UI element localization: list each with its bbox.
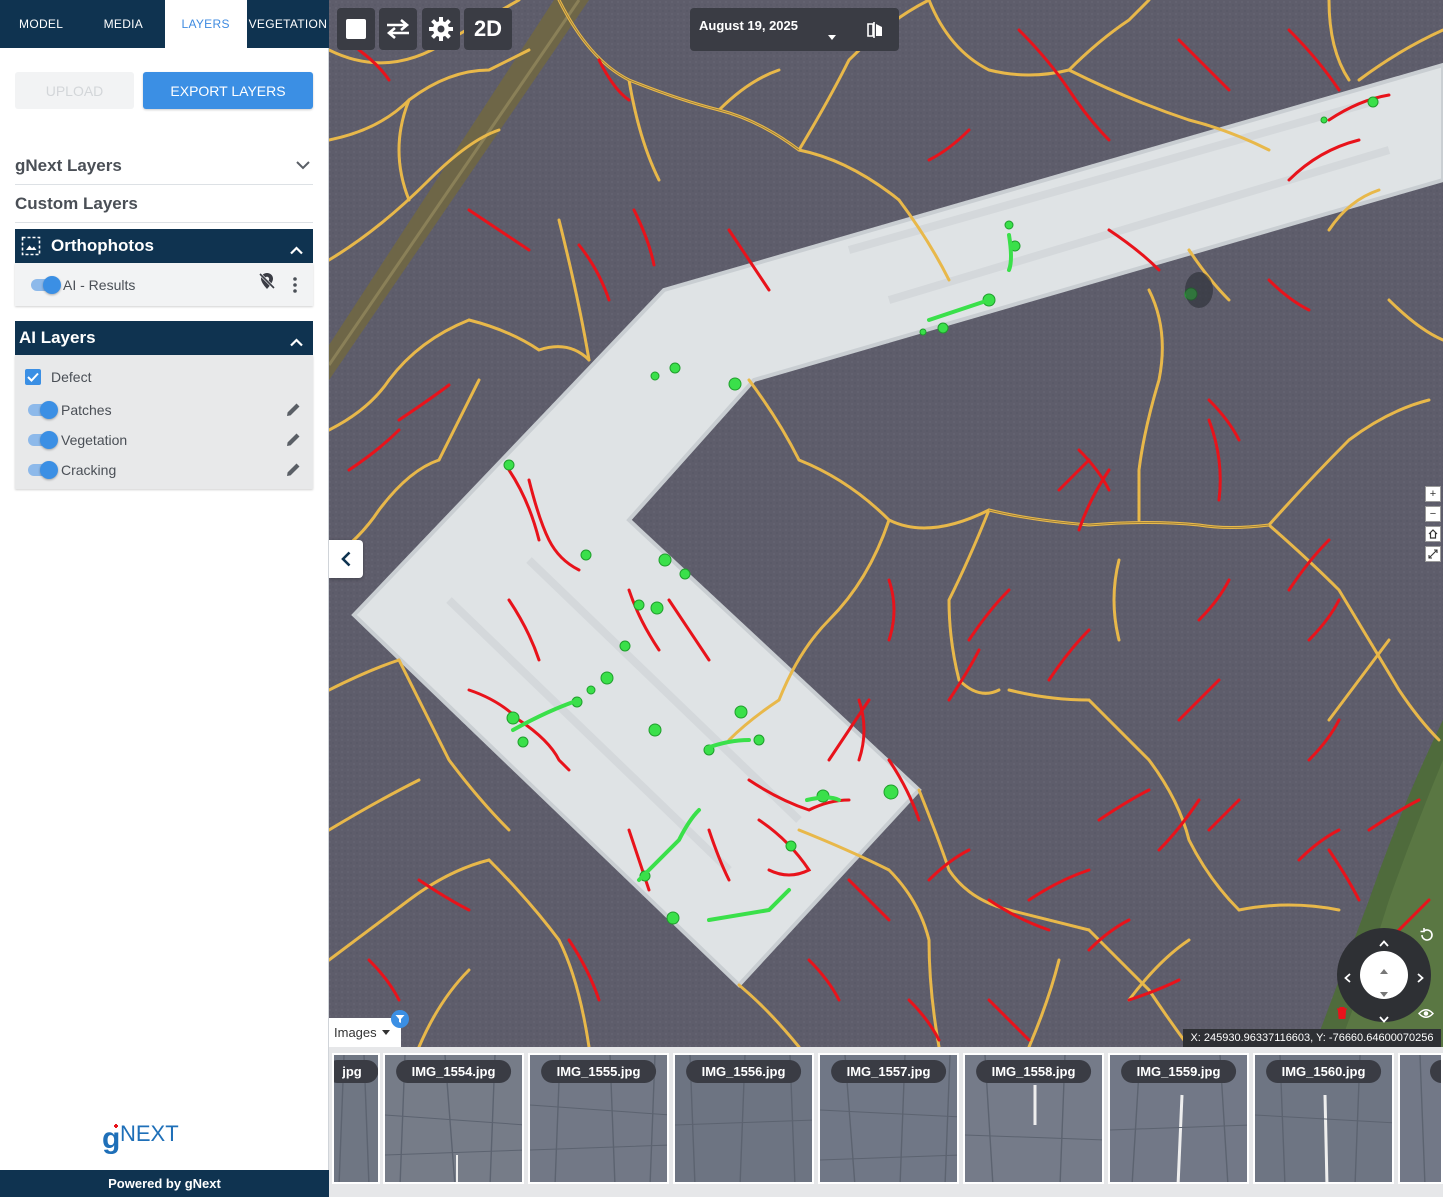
chevron-left-icon bbox=[341, 551, 351, 567]
trash-icon[interactable] bbox=[1337, 1006, 1347, 1024]
gear-icon bbox=[429, 17, 453, 41]
thumbnail-label: IMG_1555.jpg bbox=[540, 1060, 657, 1083]
home-button[interactable] bbox=[1425, 526, 1441, 542]
ai-layers-title: AI Layers bbox=[19, 328, 96, 347]
orthophotos-title: Orthophotos bbox=[51, 236, 154, 255]
powered-by-footer: Powered by gNext bbox=[0, 1170, 329, 1197]
gnext-layers-section[interactable]: gNext Layers bbox=[15, 147, 313, 185]
thumbnail-label: IMG_1560.jpg bbox=[1265, 1060, 1382, 1083]
thumbnail-img-1558[interactable]: IMG_1558.jpg bbox=[963, 1053, 1104, 1184]
layers-sidebar: MODEL MEDIA LAYERS VEGETATION UPLOAD EXP… bbox=[0, 0, 329, 1197]
cracking-label: Cracking bbox=[61, 462, 117, 478]
patches-label: Patches bbox=[61, 402, 112, 418]
thumbnail-img-1557[interactable]: IMG_1557.jpg bbox=[818, 1053, 959, 1184]
date-selector[interactable]: August 19, 2025 bbox=[690, 8, 899, 51]
ai-results-toggle[interactable] bbox=[31, 276, 61, 294]
thumbnail-label: IMG_1554.jpg bbox=[395, 1060, 512, 1083]
filter-icon bbox=[395, 1015, 405, 1023]
thumbnail-img-1560[interactable]: IMG_1560.jpg bbox=[1253, 1053, 1394, 1184]
thumbnail-partial-left[interactable]: jpg bbox=[332, 1053, 380, 1184]
pan-right-icon[interactable] bbox=[1417, 970, 1424, 988]
select-tool-button[interactable] bbox=[337, 8, 375, 50]
view-mode-toggle[interactable]: 2D bbox=[464, 8, 512, 50]
export-layers-button[interactable]: EXPORT LAYERS bbox=[143, 72, 313, 109]
tilt-up-icon[interactable] bbox=[1380, 961, 1388, 979]
thumbnail-img-1555[interactable]: IMG_1555.jpg bbox=[528, 1053, 669, 1184]
custom-layers-label: Custom Layers bbox=[15, 193, 138, 213]
orthophotos-panel-body: AI - Results bbox=[15, 263, 313, 306]
swap-arrows-icon bbox=[386, 19, 410, 39]
thumbnail-label: IMG_1558.jpg bbox=[975, 1060, 1092, 1083]
compare-icon[interactable] bbox=[867, 21, 883, 44]
edit-cracking-icon[interactable] bbox=[285, 461, 302, 483]
fullscreen-icon bbox=[1428, 549, 1438, 559]
swap-tool-button[interactable] bbox=[379, 8, 417, 50]
square-icon bbox=[346, 19, 366, 39]
zoom-in-button[interactable]: + bbox=[1425, 486, 1441, 502]
thumbnail-img-1554[interactable]: IMG_1554.jpg bbox=[383, 1053, 524, 1184]
tab-model[interactable]: MODEL bbox=[0, 0, 82, 48]
cracking-toggle[interactable] bbox=[28, 461, 58, 479]
chevron-up-icon[interactable] bbox=[290, 240, 303, 260]
reset-rotation-icon[interactable] bbox=[1419, 927, 1435, 948]
caret-down-icon[interactable] bbox=[828, 27, 836, 45]
image-filmstrip: jpg IMG_1554.jpg IMG_1555.jpg IMG_1556.j… bbox=[329, 1047, 1443, 1197]
gnext-logo: g NEXT bbox=[100, 1118, 190, 1158]
thumbnail-img-1556[interactable]: IMG_1556.jpg bbox=[673, 1053, 814, 1184]
thumbnail-img-1559[interactable]: IMG_1559.jpg bbox=[1108, 1053, 1249, 1184]
gnext-layers-label: gNext Layers bbox=[15, 155, 122, 175]
location-off-icon[interactable] bbox=[257, 271, 277, 296]
orthophoto-icon bbox=[21, 236, 41, 256]
chevron-up-icon[interactable] bbox=[290, 332, 303, 352]
zoom-out-button[interactable]: − bbox=[1425, 506, 1441, 522]
images-dropdown[interactable]: Images bbox=[329, 1018, 401, 1047]
navigation-compass[interactable] bbox=[1337, 928, 1431, 1023]
sidebar-tabs: MODEL MEDIA LAYERS VEGETATION bbox=[0, 0, 329, 48]
eye-icon[interactable] bbox=[1418, 1006, 1434, 1024]
ai-layers-panel-header[interactable]: AI Layers bbox=[15, 321, 313, 355]
vegetation-toggle[interactable] bbox=[28, 431, 58, 449]
filter-button[interactable] bbox=[391, 1010, 409, 1028]
settings-button[interactable] bbox=[422, 8, 460, 50]
map-viewport[interactable]: 2D August 19, 2025 + − X: 245930.9633711… bbox=[329, 0, 1443, 1047]
cursor-coordinates: X: 245930.96337116603, Y: -76660.6460007… bbox=[1183, 1029, 1441, 1047]
orthophoto-layer bbox=[329, 0, 1443, 1047]
edit-vegetation-icon[interactable] bbox=[285, 431, 302, 453]
thumbnail-label: IMG_1559.jpg bbox=[1120, 1060, 1237, 1083]
tab-vegetation[interactable]: VEGETATION bbox=[247, 0, 329, 48]
compass-center[interactable] bbox=[1360, 951, 1408, 999]
more-vertical-icon[interactable] bbox=[292, 276, 298, 299]
images-tab-label: Images bbox=[334, 1025, 377, 1040]
svg-text:NEXT: NEXT bbox=[120, 1121, 179, 1146]
thumbnail-partial-right[interactable]: IM bbox=[1398, 1053, 1443, 1184]
tab-layers[interactable]: LAYERS bbox=[164, 0, 247, 48]
ai-layers-panel-body: Defect Patches Vegetation Cracking bbox=[15, 355, 313, 489]
upload-button[interactable]: UPLOAD bbox=[15, 72, 134, 109]
defect-label: Defect bbox=[51, 369, 92, 385]
thumbnail-label: jpg bbox=[334, 1060, 378, 1083]
defect-checkbox[interactable] bbox=[25, 369, 41, 385]
edit-patches-icon[interactable] bbox=[285, 401, 302, 423]
tilt-down-icon[interactable] bbox=[1380, 984, 1388, 1002]
thumbnail-label: IMG_1556.jpg bbox=[685, 1060, 802, 1083]
vegetation-label: Vegetation bbox=[61, 432, 128, 448]
caret-down-icon bbox=[381, 1030, 390, 1035]
home-icon bbox=[1428, 529, 1438, 539]
orthophotos-panel-header[interactable]: Orthophotos bbox=[15, 229, 313, 263]
pan-left-icon[interactable] bbox=[1344, 970, 1351, 988]
pan-down-icon[interactable] bbox=[1379, 1010, 1389, 1028]
ai-results-label: AI - Results bbox=[63, 277, 136, 293]
patches-toggle[interactable] bbox=[28, 401, 58, 419]
pan-up-icon[interactable] bbox=[1379, 934, 1389, 952]
custom-layers-section[interactable]: Custom Layers bbox=[15, 185, 313, 223]
chevron-down-icon[interactable] bbox=[293, 156, 313, 176]
fullscreen-button[interactable] bbox=[1425, 546, 1441, 562]
thumbnail-label: IMG_1557.jpg bbox=[830, 1060, 947, 1083]
tab-media[interactable]: MEDIA bbox=[82, 0, 164, 48]
date-label: August 19, 2025 bbox=[699, 18, 798, 33]
collapse-sidebar-button[interactable] bbox=[329, 540, 363, 578]
